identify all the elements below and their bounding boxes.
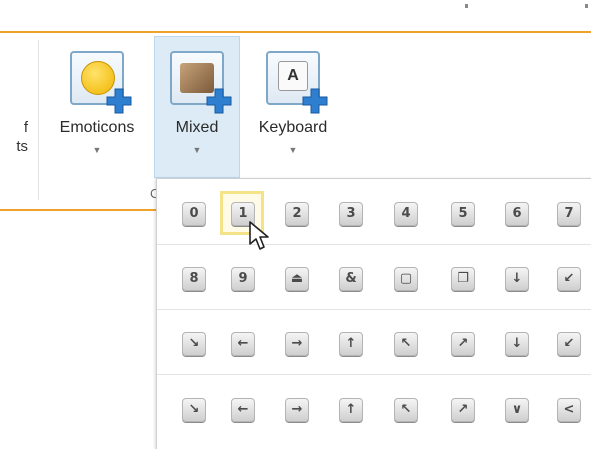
symbol-keycap: ↗ xyxy=(451,398,475,422)
gallery-symbol-button[interactable]: ∨ xyxy=(494,387,538,431)
symbol-keycap: ↙ xyxy=(557,332,581,356)
symbol-keycap: & xyxy=(339,267,363,291)
ribbon-separator xyxy=(38,40,39,200)
dropdown-arrow-icon: ▼ xyxy=(92,145,102,155)
gallery-symbol-button[interactable]: ↑ xyxy=(328,387,372,431)
symbol-keycap: 4 xyxy=(394,202,418,226)
symbol-keycap: ❐ xyxy=(451,267,475,291)
gallery-symbol-button[interactable]: ↘ xyxy=(171,321,215,365)
gallery-symbol-button[interactable]: → xyxy=(274,387,318,431)
gallery-symbol-button[interactable]: < xyxy=(546,387,590,431)
gallery-symbol-button[interactable]: ↗ xyxy=(440,387,484,431)
gallery-symbol-button[interactable]: 5 xyxy=(440,191,484,235)
symbol-keycap: ↓ xyxy=(505,332,529,356)
gallery-symbol-button[interactable]: ↗ xyxy=(440,321,484,365)
row-divider xyxy=(157,309,591,310)
gallery-symbol-button[interactable]: ↙ xyxy=(546,321,590,365)
gallery-symbol-button[interactable]: 7 xyxy=(546,191,590,235)
symbol-keycap: ↑ xyxy=(339,332,363,356)
keyboard-button[interactable]: A Keyboard ▼ xyxy=(244,36,342,178)
ribbon-bottom-line xyxy=(0,209,158,211)
dropdown-arrow-icon: ▼ xyxy=(288,145,298,155)
truncated-label: f ts xyxy=(16,119,28,155)
gallery-symbol-button[interactable]: ↖ xyxy=(383,321,427,365)
gallery-symbol-button[interactable]: ← xyxy=(220,387,264,431)
gallery-symbol-button[interactable]: 2 xyxy=(274,191,318,235)
symbol-keycap: 3 xyxy=(339,202,363,226)
gallery-symbol-button[interactable]: 6 xyxy=(494,191,538,235)
gallery-symbol-button[interactable]: 8 xyxy=(171,256,215,300)
symbol-keycap: 2 xyxy=(285,202,309,226)
symbol-keycap: 0 xyxy=(182,202,206,226)
symbol-keycap: ▢ xyxy=(394,267,418,291)
symbol-keycap: ← xyxy=(231,332,255,356)
symbol-keycap: ↘ xyxy=(182,398,206,422)
mixed-button[interactable]: Mixed ▼ xyxy=(154,36,240,178)
emoticons-button[interactable]: Emoticons ▼ xyxy=(44,36,150,178)
gallery-symbol-button[interactable]: & xyxy=(328,256,372,300)
gallery-symbol-button[interactable]: ↓ xyxy=(494,321,538,365)
row-divider xyxy=(157,374,591,375)
gallery-row: 01234567 xyxy=(157,181,591,246)
gallery-row: 8 9 ⏏ & ▢ ❐ ↓ ↙ xyxy=(157,246,591,311)
symbol-keycap: 8 xyxy=(182,267,206,291)
gallery-symbol-button[interactable]: ↖ xyxy=(383,387,427,431)
symbol-keycap: ↙ xyxy=(557,267,581,291)
mixed-gallery-dropdown: 0 1 2 3 4 5 6 7 8 9 ⏏ & ▢ ❐ ↓ ↙ ↘ ← → ↑ ↖ ↗ ↓ ↙ ↘ ← → ↑ ↖ ↗ ∨ < xyxy=(156,178,591,449)
dropdown-arrow-icon: ▼ xyxy=(192,145,202,155)
top-strip xyxy=(0,0,591,32)
gallery-symbol-button[interactable]: 0 xyxy=(171,191,215,235)
symbol-keycap: ← xyxy=(231,398,255,422)
symbol-keycap: 7 xyxy=(557,202,581,226)
symbol-keycap: ∨ xyxy=(505,398,529,422)
symbol-keycap: < xyxy=(557,398,581,422)
gallery-symbol-button[interactable]: ❐ xyxy=(440,256,484,300)
mixed-label: Mixed xyxy=(175,119,219,136)
symbol-keycap: ↗ xyxy=(451,332,475,356)
symbol-keycap: ⏏ xyxy=(285,267,309,291)
keyboard-label: Keyboard xyxy=(258,119,328,136)
plus-icon xyxy=(206,88,232,114)
gallery-symbol-button[interactable]: 3 xyxy=(328,191,372,235)
emoticons-label: Emoticons xyxy=(59,119,135,136)
gallery-symbol-button[interactable]: ▢ xyxy=(383,256,427,300)
symbol-keycap: ↓ xyxy=(505,267,529,291)
top-mark xyxy=(465,4,468,8)
symbol-keycap: ↘ xyxy=(182,332,206,356)
gallery-symbol-button[interactable]: ⏏ xyxy=(274,256,318,300)
gallery-symbol-button[interactable]: ↑ xyxy=(328,321,372,365)
symbol-keycap: 6 xyxy=(505,202,529,226)
gallery-row: ↘ ← → ↑ ↖ ↗ ∨ < xyxy=(157,377,591,442)
top-mark xyxy=(585,4,588,8)
gallery-symbol-button[interactable]: ↙ xyxy=(546,256,590,300)
gallery-symbol-button[interactable]: ↘ xyxy=(171,387,215,431)
symbol-keycap: 9 xyxy=(231,267,255,291)
symbol-keycap: ↖ xyxy=(394,398,418,422)
gallery-symbol-button[interactable]: ↓ xyxy=(494,256,538,300)
mouse-cursor-icon xyxy=(249,221,269,250)
symbol-keycap: ↖ xyxy=(394,332,418,356)
gallery-symbol-button[interactable]: → xyxy=(274,321,318,365)
gallery-symbol-button[interactable]: 9 xyxy=(220,256,264,300)
row-divider xyxy=(157,244,591,245)
symbol-keycap: → xyxy=(285,332,309,356)
plus-icon xyxy=(302,88,328,114)
symbol-keycap: ↑ xyxy=(339,398,363,422)
plus-icon xyxy=(106,88,132,114)
symbol-keycap: 5 xyxy=(451,202,475,226)
gallery-symbol-button[interactable]: ← xyxy=(220,321,264,365)
symbol-keycap: → xyxy=(285,398,309,422)
gallery-row: ↘ ← → ↑ ↖ ↗ ↓ ↙ xyxy=(157,311,591,376)
gallery-symbol-button[interactable]: 4 xyxy=(383,191,427,235)
